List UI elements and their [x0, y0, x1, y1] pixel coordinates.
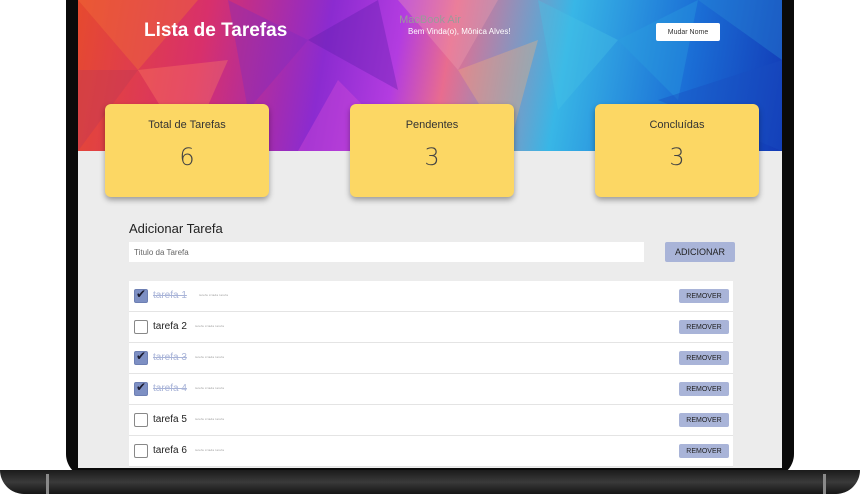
stat-label: Total de Tarefas [148, 119, 226, 131]
task-description: tarefa criada tarefa [195, 448, 225, 452]
add-task-button[interactable]: ADICIONAR [665, 242, 735, 262]
remove-task-button[interactable]: REMOVER [679, 413, 729, 427]
task-row: ✔ tarefa 5 tarefa criada tarefa REMOVER [129, 405, 733, 436]
task-name: tarefa 6 [153, 445, 187, 456]
task-name: tarefa 5 [153, 414, 187, 425]
task-description: tarefa criada tarefa [195, 417, 225, 421]
stat-value: 3 [669, 143, 685, 171]
stat-label: Pendentes [405, 119, 459, 131]
hinge-mark-right [823, 474, 826, 494]
task-checkbox[interactable]: ✔ [134, 320, 148, 334]
remove-task-button[interactable]: REMOVER [679, 320, 729, 334]
task-row: ✔ tarefa 3 tarefa criada tarefa REMOVER [129, 343, 733, 374]
task-checkbox[interactable]: ✔ [134, 444, 148, 458]
device-label: MacBook Air [399, 14, 461, 26]
task-name: tarefa 3 [153, 352, 187, 363]
stat-label: Concluídas [649, 119, 705, 131]
stat-card-completed: Concluídas 3 [595, 104, 759, 197]
remove-task-button[interactable]: REMOVER [679, 289, 729, 303]
task-row: ✔ tarefa 4 tarefa criada tarefa REMOVER [129, 374, 733, 405]
stat-card-total: Total de Tarefas 6 [105, 104, 269, 197]
remove-task-button[interactable]: REMOVER [679, 444, 729, 458]
task-row: ✔ tarefa 2 tarefa criada tarefa REMOVER [129, 312, 733, 343]
laptop-base [0, 470, 860, 494]
task-list: ✔ tarefa 1 tarefa criada tarefa REMOVER … [129, 281, 733, 467]
task-description: tarefa criada tarefa [195, 386, 225, 390]
task-title-input[interactable] [129, 242, 644, 262]
task-name: tarefa 2 [153, 321, 187, 332]
task-row: ✔ tarefa 1 tarefa criada tarefa REMOVER [129, 281, 733, 312]
checkmark-icon: ✔ [136, 380, 147, 394]
task-description: tarefa criada tarefa [195, 324, 225, 328]
remove-task-button[interactable]: REMOVER [679, 382, 729, 396]
remove-task-button[interactable]: REMOVER [679, 351, 729, 365]
app-screen: Lista de Tarefas Bem Vinda(o), Mônica Al… [78, 0, 782, 468]
task-checkbox[interactable]: ✔ [134, 413, 148, 427]
add-task-title: Adicionar Tarefa [129, 221, 223, 236]
task-checkbox[interactable]: ✔ [134, 349, 148, 365]
task-name: tarefa 4 [153, 383, 187, 394]
stat-value: 6 [179, 143, 195, 171]
stat-value: 3 [424, 143, 440, 171]
task-name: tarefa 1 [153, 290, 187, 301]
checkmark-icon: ✔ [136, 349, 147, 363]
stat-card-pending: Pendentes 3 [350, 104, 514, 197]
welcome-message: Bem Vinda(o), Mônica Alves! [408, 27, 511, 36]
hinge-mark-left [46, 474, 49, 494]
task-description: tarefa criada tarefa [199, 293, 229, 297]
task-checkbox[interactable]: ✔ [134, 380, 148, 396]
task-row: ✔ tarefa 6 tarefa criada tarefa REMOVER [129, 436, 733, 467]
task-checkbox[interactable]: ✔ [134, 287, 148, 303]
task-description: tarefa criada tarefa [195, 355, 225, 359]
checkmark-icon: ✔ [136, 287, 147, 301]
